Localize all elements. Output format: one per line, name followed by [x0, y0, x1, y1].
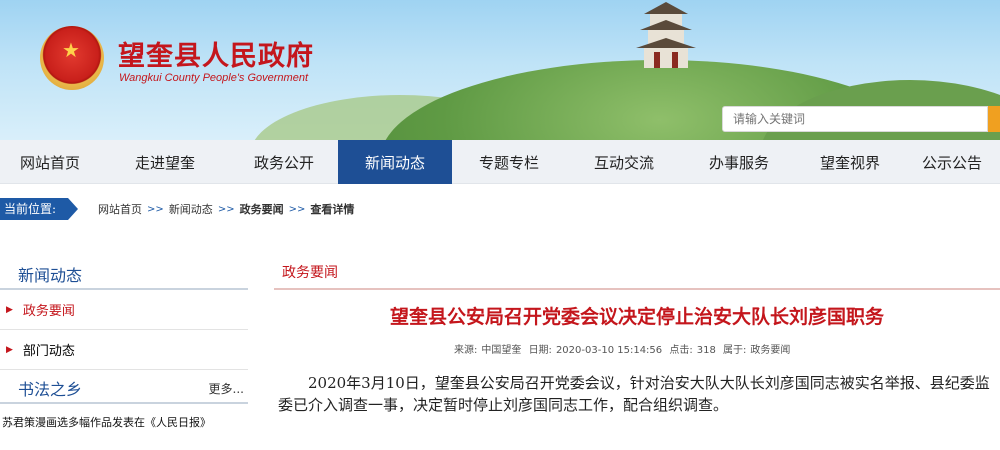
sidebar-item-gov-news[interactable]: ▶ 政务要闻: [0, 290, 248, 330]
nav-item-interaction[interactable]: 互动交流: [566, 140, 682, 184]
meta-date-label: 日期:: [528, 345, 552, 356]
search-box: [722, 106, 988, 132]
nav-item-notices[interactable]: 公示公告: [904, 140, 1000, 184]
meta-source: 中国望奎: [481, 345, 522, 356]
breadcrumb-link-home[interactable]: 网站首页: [98, 201, 142, 217]
breadcrumb: 当前位置: 网站首页 >> 新闻动态 >> 政务要闻 >> 查看详情: [0, 198, 354, 220]
breadcrumb-separator: >>: [147, 203, 164, 215]
breadcrumb-link-gov-news[interactable]: 政务要闻: [240, 201, 284, 217]
main-nav: 网站首页 走进望奎 政务公开 新闻动态 专题专栏 互动交流 办事服务 望奎视界 …: [0, 140, 1000, 184]
article-panel: 政务要闻 望奎县公安局召开党委会议决定停止治安大队长刘彦国职务 来源: 中国望奎 …: [274, 254, 1000, 414]
meta-source-label: 来源:: [454, 345, 478, 356]
list-item[interactable]: 苏君策漫画选多幅作品发表在《人民日报》: [0, 414, 248, 430]
article-section-title: 政务要闻: [282, 265, 338, 281]
calligraphy-section-title: 书法之乡: [18, 380, 83, 399]
triangle-right-icon: ▶: [6, 344, 13, 355]
sidebar-item-label: 部门动态: [22, 344, 75, 359]
nav-item-about[interactable]: 走进望奎: [100, 140, 230, 184]
header-banner: ★ 望奎县人民政府 Wangkui County People's Govern…: [0, 0, 1000, 140]
search-button[interactable]: [988, 106, 1000, 132]
article-section-header: 政务要闻: [274, 254, 1000, 290]
triangle-right-icon: ▶: [6, 304, 13, 315]
meta-date: 2020-03-10 15:14:56: [555, 345, 663, 356]
meta-clicks-label: 点击:: [669, 345, 693, 356]
article-title: 望奎县公安局召开党委会议决定停止治安大队长刘彦国职务: [389, 306, 884, 328]
breadcrumb-separator: >>: [288, 203, 306, 215]
pavilion-tower-icon: [636, 2, 696, 68]
nav-item-home[interactable]: 网站首页: [0, 140, 100, 184]
sidebar: 新闻动态 ▶ 政务要闻 ▶ 部门动态 书法之乡 更多... 苏君策漫画选多幅作品…: [0, 254, 248, 430]
calligraphy-section-header: 书法之乡 更多...: [0, 370, 248, 404]
meta-clicks: 318: [696, 345, 716, 356]
article-body: 2020年3月10日，望奎县公安局召开党委会议，针对治安大队大队长刘彦国同志被实…: [278, 374, 990, 414]
nav-item-gov-affairs[interactable]: 政务公开: [230, 140, 338, 184]
meta-category-label: 属于:: [723, 345, 747, 356]
sidebar-header: 新闻动态: [0, 254, 248, 290]
sidebar-item-label: 政务要闻: [22, 304, 75, 319]
nav-item-services[interactable]: 办事服务: [682, 140, 796, 184]
site-subtitle: Wangkui County People's Government: [119, 72, 308, 84]
article-meta: 来源: 中国望奎 日期: 2020-03-10 15:14:56 点击: 318 属于…: [454, 341, 794, 356]
breadcrumb-tag: 当前位置:: [0, 198, 79, 220]
more-link[interactable]: 更多...: [209, 380, 244, 397]
nav-item-vision[interactable]: 望奎视界: [796, 140, 904, 184]
nav-item-topics[interactable]: 专题专栏: [452, 140, 566, 184]
sidebar-item-dept-news[interactable]: ▶ 部门动态: [0, 330, 248, 370]
site-title[interactable]: 望奎县人民政府: [118, 34, 314, 73]
national-emblem-icon: ★: [40, 26, 104, 90]
breadcrumb-link-news[interactable]: 新闻动态: [169, 201, 213, 217]
breadcrumb-separator: >>: [217, 203, 235, 215]
search-input[interactable]: [723, 107, 987, 131]
nav-item-news[interactable]: 新闻动态: [338, 140, 452, 184]
sidebar-title: 新闻动态: [18, 266, 83, 285]
breadcrumb-current: 查看详情: [310, 203, 355, 216]
meta-category: 政务要闻: [750, 345, 791, 356]
